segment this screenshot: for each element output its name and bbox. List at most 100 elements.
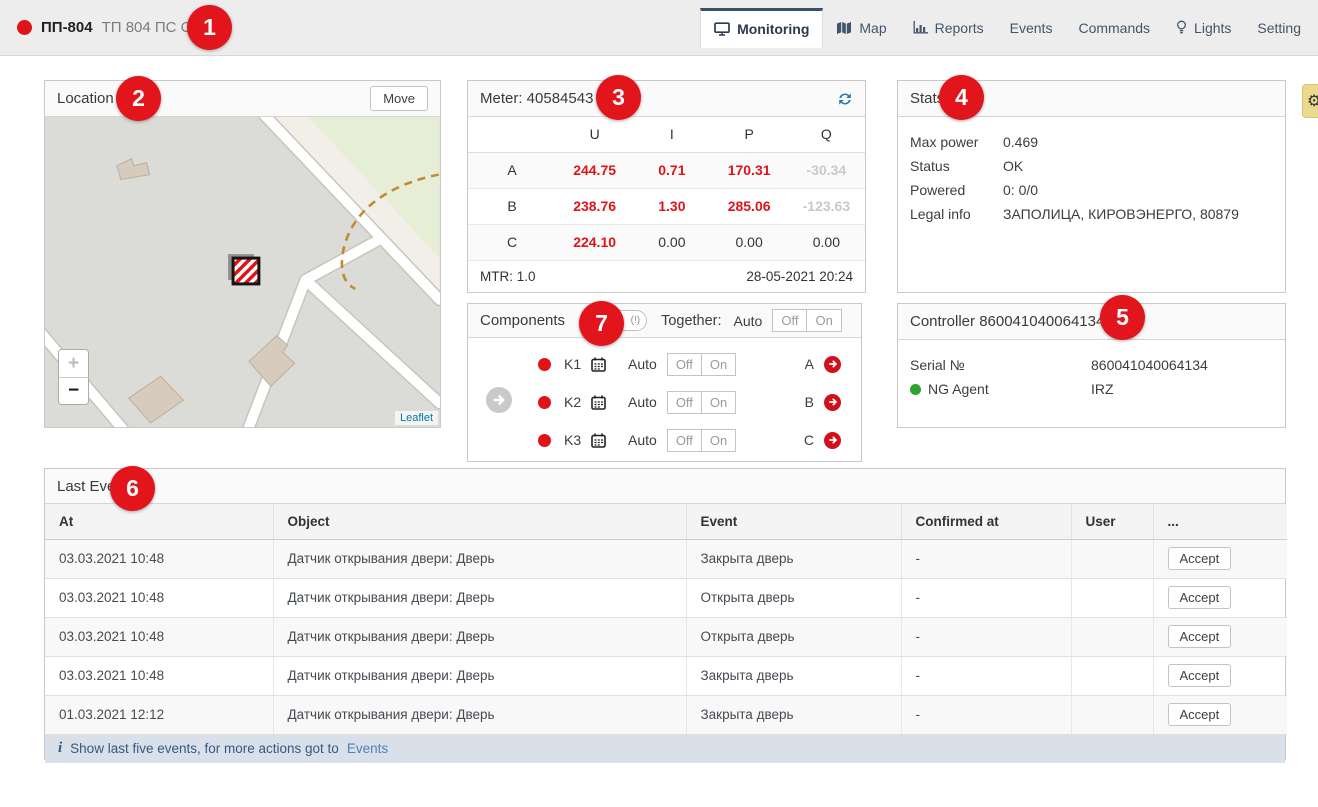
accept-button[interactable]: Accept — [1168, 625, 1232, 648]
event-at: 01.03.2021 12:12 — [45, 695, 273, 734]
value-u-b: 238.76 — [556, 188, 633, 224]
callout-2: 2 — [116, 76, 161, 121]
tab-lights[interactable]: Lights — [1163, 8, 1244, 48]
controller-panel: Controller 860041040064134 Serial № 8600… — [897, 303, 1286, 428]
calendar-icon[interactable] — [591, 433, 606, 448]
event-row: 03.03.2021 10:48 Датчик открывания двери… — [45, 578, 1287, 617]
meter-row-c: C 224.10 0.00 0.00 0.00 — [468, 224, 865, 260]
events-footer-text: Show last five events, for more actions … — [70, 741, 339, 756]
value-q-a: -30.34 — [788, 152, 865, 188]
phase-b-label: B — [805, 394, 814, 410]
zoom-out-button[interactable]: − — [59, 377, 88, 404]
controller-list: Serial № 860041040064134 NG Agent IRZ — [898, 340, 1285, 414]
value-u-c: 224.10 — [556, 224, 633, 260]
event-object: Датчик открывания двери: Дверь — [273, 656, 686, 695]
phase-label: B — [468, 188, 556, 224]
together-on-button[interactable]: On — [807, 309, 841, 332]
callout-5: 5 — [1100, 295, 1145, 340]
k3-off-button[interactable]: Off — [667, 429, 702, 452]
meter-mtr: MTR: 1.0 — [480, 269, 536, 284]
tab-setting[interactable]: Setting — [1244, 8, 1314, 48]
accept-button[interactable]: Accept — [1168, 703, 1232, 726]
callout-6: 6 — [110, 466, 155, 511]
meter-panel: Meter: 40584543 U I P Q A 244.75 — [467, 80, 866, 293]
k3-off-on-group: Off On — [667, 429, 736, 452]
event-object: Датчик открывания двери: Дверь — [273, 578, 686, 617]
calendar-icon[interactable] — [591, 357, 606, 372]
event-user — [1071, 539, 1153, 578]
map-canvas[interactable]: + − Leaflet — [45, 117, 440, 427]
accept-button[interactable]: Accept — [1168, 664, 1232, 687]
stats-list: Max power0.469 StatusOK Powered0: 0/0 Le… — [898, 117, 1285, 239]
k1-status-dot — [538, 358, 551, 371]
value-i-c: 0.00 — [633, 224, 710, 260]
max-power-label: Max power — [910, 130, 1003, 154]
tab-lights-label: Lights — [1194, 20, 1231, 36]
components-panel: Components × (!) Together: Auto Off On K… — [467, 303, 862, 462]
meter-col-u: U — [556, 117, 633, 152]
tab-reports-label: Reports — [935, 20, 984, 36]
phase-a-label: A — [805, 356, 814, 372]
tab-map[interactable]: Map — [823, 8, 899, 48]
meter-row-b: B 238.76 1.30 285.06 -123.63 — [468, 188, 865, 224]
callout-7: 7 — [579, 301, 624, 346]
event-at: 03.03.2021 10:48 — [45, 656, 273, 695]
events-footer-link[interactable]: Events — [347, 741, 388, 756]
value-u-a: 244.75 — [556, 152, 633, 188]
col-confirmed-at: Confirmed at — [901, 504, 1071, 539]
k2-off-button[interactable]: Off — [667, 391, 702, 414]
value-q-c: 0.00 — [788, 224, 865, 260]
event-confirmed-at: - — [901, 695, 1071, 734]
accept-button[interactable]: Accept — [1168, 586, 1232, 609]
value-p-c: 0.00 — [711, 224, 788, 260]
together-off-button[interactable]: Off — [772, 309, 807, 332]
leaflet-attribution-link[interactable]: Leaflet — [395, 411, 438, 425]
phase-c-arrow-icon[interactable] — [824, 432, 841, 449]
value-i-a: 0.71 — [633, 152, 710, 188]
k1-off-button[interactable]: Off — [667, 353, 702, 376]
meter-timestamp: 28-05-2021 20:24 — [746, 269, 853, 284]
legal-info-value: ЗАПОЛИЦА, КИРОВЭНЕРГО, 80879 — [1003, 202, 1239, 226]
bulb-icon — [1176, 20, 1187, 35]
location-panel-header: Location Move — [45, 81, 440, 117]
status-label: Status — [910, 154, 1003, 178]
phase-b-arrow-icon[interactable] — [824, 394, 841, 411]
event-confirmed-at: - — [901, 617, 1071, 656]
phase-a-arrow-icon[interactable] — [824, 356, 841, 373]
powered-value: 0: 0/0 — [1003, 178, 1038, 202]
k2-off-on-group: Off On — [667, 391, 736, 414]
map-tiles — [45, 117, 440, 427]
move-button[interactable]: Move — [370, 86, 428, 111]
k3-on-button[interactable]: On — [702, 429, 736, 452]
components-title: Components — [480, 312, 565, 329]
value-p-b: 285.06 — [711, 188, 788, 224]
k1-on-button[interactable]: On — [702, 353, 736, 376]
main-nav: Monitoring Map Reports Events Commands — [700, 0, 1318, 56]
phase-label: A — [468, 152, 556, 188]
tab-commands[interactable]: Commands — [1065, 8, 1163, 48]
location-title: Location — [57, 90, 114, 107]
events-table-header-row: At Object Event Confirmed at User ... — [45, 504, 1287, 539]
settings-gear-button[interactable]: ⚙ — [1302, 84, 1318, 118]
info-icon: i — [58, 740, 62, 757]
object-title: ПП-804 — [41, 19, 93, 36]
tab-events[interactable]: Events — [997, 8, 1066, 48]
event-user — [1071, 617, 1153, 656]
k2-on-button[interactable]: On — [702, 391, 736, 414]
zoom-in-button[interactable]: + — [59, 350, 88, 377]
location-panel: Location Move — [44, 80, 441, 428]
together-auto-label: Auto — [734, 313, 763, 329]
accept-button[interactable]: Accept — [1168, 547, 1232, 570]
ng-agent-value: IRZ — [1091, 377, 1114, 401]
calendar-icon[interactable] — [591, 395, 606, 410]
serial-value: 860041040064134 — [1091, 353, 1208, 377]
tab-monitoring[interactable]: Monitoring — [700, 8, 823, 48]
events-table: At Object Event Confirmed at User ... 03… — [45, 504, 1287, 735]
event-at: 03.03.2021 10:48 — [45, 539, 273, 578]
refresh-icon[interactable] — [837, 91, 853, 107]
map-marker[interactable] — [233, 258, 259, 284]
tab-reports[interactable]: Reports — [900, 8, 997, 48]
component-row-k1: K1 Auto Off On A — [468, 346, 861, 382]
meter-col-p: P — [711, 117, 788, 152]
map-icon — [836, 21, 852, 35]
